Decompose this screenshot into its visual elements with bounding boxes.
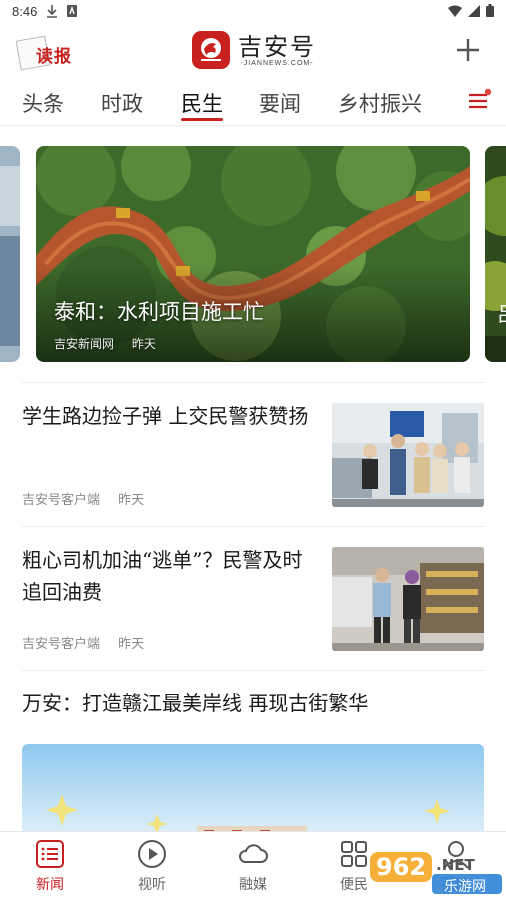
tab-rural[interactable]: 乡村振兴 (338, 88, 422, 118)
previous-slide-image[interactable] (0, 146, 20, 362)
next-slide-image[interactable]: 吕 (485, 146, 506, 362)
play-icon (138, 840, 166, 868)
brand-logo-icon (192, 31, 230, 69)
hero-image (36, 146, 470, 362)
system-icons (448, 4, 494, 17)
tab-politics[interactable]: 时政 (101, 88, 143, 118)
read-paper-button[interactable]: 读报 (15, 35, 78, 71)
active-tab-indicator (181, 118, 223, 121)
hero-meta: 吉安新闻网 昨天 (54, 335, 156, 352)
hero-time: 昨天 (131, 337, 156, 351)
news-item[interactable]: 粗心司机加油“逃单”？民警及时追回油费 吉安号客户端 昨天 (0, 542, 506, 656)
app-notification-icon (67, 5, 77, 17)
tab-livelihood[interactable]: 民生 (181, 88, 223, 118)
status-time: 8:46 (12, 4, 38, 19)
add-button[interactable] (454, 36, 482, 64)
news-title: 粗心司机加油“逃单”？民警及时追回油费 (22, 548, 303, 604)
nav-media-label: 融媒 (239, 877, 267, 893)
nav-video[interactable]: 视听 (122, 838, 182, 894)
news-source: 吉安号客户端 (22, 637, 101, 652)
nav-news-label: 新闻 (36, 877, 64, 893)
next-slide-title-fragment: 吕 (497, 298, 506, 327)
watermark-suffix: .NET (436, 856, 475, 874)
divider (22, 526, 484, 527)
nav-news[interactable]: 新闻 (20, 838, 80, 894)
news-time: 昨天 (118, 493, 145, 508)
cloud-icon (239, 844, 268, 863)
news-meta: 吉安号客户端 昨天 (22, 633, 144, 652)
app-header: 读报 吉安号 -JIANNEWS.COM- (0, 24, 506, 76)
hero-title: 泰和：水利项目施工忙 (54, 300, 264, 324)
site-watermark: 962 .NET 乐游网 (370, 848, 502, 896)
news-title: 学生路边捡子弹 上交民警获赞扬 (22, 404, 309, 428)
feature-image[interactable] (22, 744, 484, 844)
news-title[interactable]: 万安：打造赣江最美岸线 再现古街繁华 (22, 687, 368, 716)
channel-menu-icon[interactable] (466, 88, 492, 114)
status-bar: 8:46 (0, 0, 506, 24)
signal-icon (468, 4, 480, 17)
divider (22, 382, 484, 383)
grid-icon (341, 841, 367, 867)
news-item[interactable]: 学生路边捡子弹 上交民警获赞扬 吉安号客户端 昨天 (0, 398, 506, 512)
tab-headline[interactable]: 头条 (22, 88, 64, 118)
notification-icons (46, 4, 78, 18)
brand-name: 吉安号 (238, 32, 316, 61)
divider (22, 670, 484, 671)
channel-tabs: 头条 时政 民生 要闻 乡村振兴 (0, 80, 506, 126)
nav-services-label: 便民 (340, 877, 368, 893)
news-source: 吉安号客户端 (22, 493, 101, 508)
hero-source: 吉安新闻网 (54, 337, 115, 351)
hero-slide[interactable]: 泰和：水利项目施工忙 吉安新闻网 昨天 (36, 146, 470, 362)
news-time: 昨天 (118, 637, 145, 652)
list-icon (36, 840, 64, 868)
news-meta: 吉安号客户端 昨天 (22, 489, 144, 508)
nav-video-label: 视听 (138, 877, 166, 893)
download-icon (47, 5, 57, 18)
brand-domain: -JIANNEWS.COM- (240, 59, 314, 67)
watermark-number: 962 (376, 853, 427, 881)
brand: 吉安号 -JIANNEWS.COM- (192, 30, 316, 70)
battery-icon (486, 4, 494, 17)
news-thumbnail (332, 547, 484, 651)
read-paper-label: 读报 (36, 47, 72, 67)
tab-news[interactable]: 要闻 (259, 88, 301, 118)
nav-media[interactable]: 融媒 (223, 838, 283, 894)
news-thumbnail (332, 403, 484, 507)
watermark-site: 乐游网 (444, 879, 486, 895)
wifi-icon (448, 5, 462, 17)
headline-carousel[interactable]: 泰和：水利项目施工忙 吉安新闻网 昨天 吕 (0, 146, 506, 364)
